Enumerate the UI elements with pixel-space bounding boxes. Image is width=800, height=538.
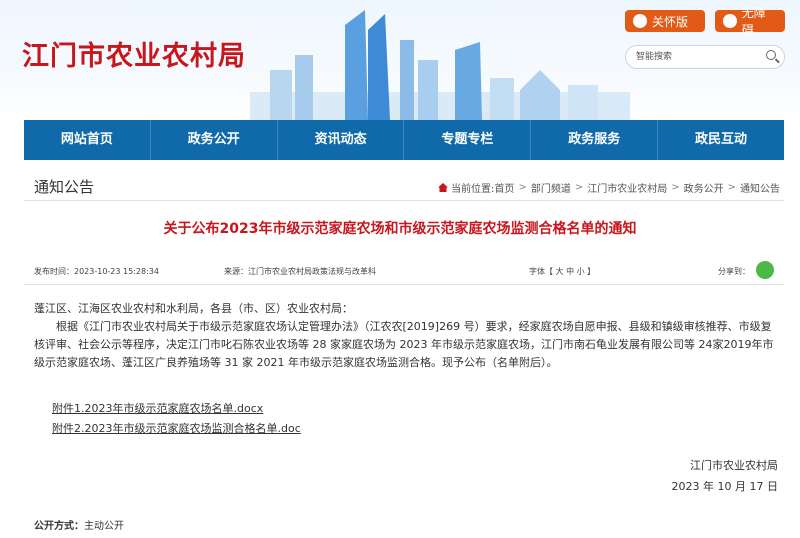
search-placeholder: 智能搜索: [636, 52, 673, 62]
signature-date: 2023 年 10 月 17 日: [671, 480, 778, 493]
home-icon: [438, 183, 449, 192]
breadcrumb-separator: >: [727, 182, 736, 193]
attachment-link-2[interactable]: 附件2.2023年市级示范家庭农场监测合格名单.doc: [52, 420, 301, 436]
site-title[interactable]: 江门市农业农村局: [22, 34, 246, 73]
breadcrumb-item-bureau[interactable]: 江门市农业农村局: [587, 180, 667, 195]
breadcrumb-item-department[interactable]: 部门频道: [531, 180, 571, 195]
search-icon[interactable]: [766, 50, 776, 60]
care-mode-label: 关怀版: [652, 14, 689, 29]
care-icon: [633, 14, 647, 28]
font-size-selector[interactable]: 字体【 大 中 小 】: [529, 266, 595, 277]
nav-home[interactable]: 网站首页: [24, 120, 151, 160]
breadcrumb: 当前位置: 首页 > 部门频道 > 江门市农业农村局 > 政务公开 > 通知公告: [438, 180, 780, 195]
section-title: 通知公告: [34, 178, 95, 196]
nav-services[interactable]: 政务服务: [531, 120, 659, 160]
share-label: 分享到：: [718, 267, 750, 276]
accessibility-icon: [723, 14, 737, 28]
article-meta: 发布时间：2023-10-23 15:28:34 来源：江门市农业农村局政策法规…: [24, 258, 784, 285]
accessibility-label: 无障碍: [741, 6, 766, 37]
accessibility-button[interactable]: 无障碍: [715, 6, 785, 37]
breadcrumb-bar: 通知公告 当前位置: 首页 > 部门频道 > 江门市农业农村局 > 政务公开 >…: [24, 172, 784, 201]
article-greeting: 蓬江区、江海区农业农村和水利局，各县（市、区）农业农村局：: [34, 302, 353, 315]
signature: 江门市农业农村局: [690, 459, 778, 472]
article-title: 关于公布2023年市级示范家庭农场和市级示范家庭农场监测合格名单的通知: [163, 221, 637, 237]
search-input[interactable]: 智能搜索: [625, 45, 785, 69]
breadcrumb-item-home[interactable]: 首页: [494, 180, 514, 195]
breadcrumb-separator: >: [671, 182, 680, 193]
disclosure-method: 公开方式：主动公开: [34, 517, 124, 532]
city-skyline-illustration: [250, 10, 630, 120]
breadcrumb-item-gov-affairs[interactable]: 政务公开: [684, 180, 724, 195]
attachment-link-1[interactable]: 附件1.2023年市级示范家庭农场名单.docx: [52, 400, 263, 416]
article-body: 蓬江区、江海区农业农村和水利局，各县（市、区）农业农村局： 根据《江门市农业农村…: [34, 300, 774, 372]
breadcrumb-prefix: 当前位置:: [451, 184, 495, 195]
nav-interaction[interactable]: 政民互动: [658, 120, 784, 160]
breadcrumb-item-notices[interactable]: 通知公告: [740, 180, 780, 195]
nav-government-affairs[interactable]: 政务公开: [151, 120, 278, 160]
publish-time: 发布时间：2023-10-23 15:28:34: [34, 267, 159, 276]
main-nav: 网站首页 政务公开 资讯动态 专题专栏 政务服务 政民互动: [24, 120, 784, 160]
site-header: 江门市农业农村局 关怀版 无障碍 智能搜索: [0, 0, 800, 120]
nav-topics[interactable]: 专题专栏: [404, 120, 532, 160]
article-source: 来源：江门市农业农村局政策法规与改革科: [224, 267, 376, 276]
disclosure-value: 主动公开: [84, 521, 124, 532]
wechat-share-icon[interactable]: [756, 261, 774, 279]
breadcrumb-separator: >: [574, 182, 584, 193]
breadcrumb-separator: >: [518, 182, 527, 193]
care-mode-button[interactable]: 关怀版: [625, 10, 705, 32]
disclosure-label: 公开方式：: [34, 521, 84, 532]
article-paragraph: 根据《江门市农业农村局关于市级示范家庭农场认定管理办法》（江农农[2019]26…: [34, 320, 774, 369]
nav-news[interactable]: 资讯动态: [278, 120, 405, 160]
